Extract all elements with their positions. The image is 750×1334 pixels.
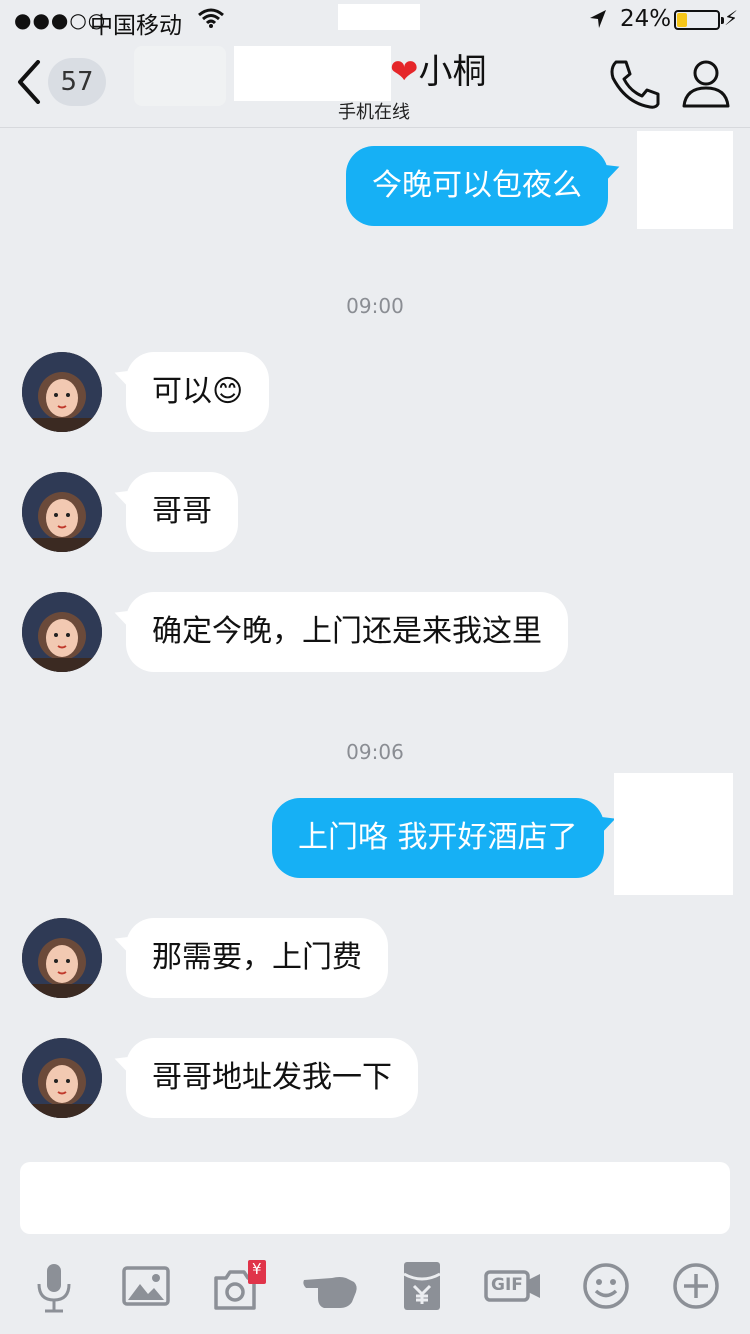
red-packet-icon[interactable] bbox=[394, 1258, 450, 1314]
avatar[interactable] bbox=[22, 918, 102, 998]
timestamp: 09:06 bbox=[346, 740, 404, 764]
contact-name: ❤小桐 bbox=[390, 50, 487, 94]
avatar[interactable] bbox=[22, 472, 102, 552]
phone-icon[interactable] bbox=[606, 58, 662, 110]
message-incoming[interactable]: 确定今晚，上门还是来我这里 bbox=[126, 592, 568, 672]
message-incoming[interactable]: 可以😊 bbox=[126, 352, 270, 432]
poke-hand-icon[interactable] bbox=[302, 1258, 358, 1314]
redacted-area bbox=[338, 4, 420, 30]
chat-header: 57 ❤小桐 手机在线 bbox=[0, 40, 750, 128]
timestamp: 09:00 bbox=[346, 294, 404, 318]
message-text: 可以 bbox=[152, 374, 212, 409]
charging-bolt-icon: ⚡ bbox=[724, 6, 739, 30]
wifi-icon bbox=[198, 8, 224, 34]
carrier-name: 中国移动 bbox=[90, 13, 182, 39]
message-incoming[interactable]: 那需要，上门费 bbox=[126, 918, 388, 998]
message-input[interactable] bbox=[20, 1162, 730, 1234]
back-chevron-icon[interactable] bbox=[14, 60, 44, 104]
background-avatar bbox=[134, 46, 226, 106]
image-icon[interactable] bbox=[118, 1258, 174, 1314]
message-incoming[interactable]: 哥哥地址发我一下 bbox=[126, 1038, 418, 1118]
battery-percent: 24% bbox=[620, 6, 672, 32]
status-bar: ●●●○○ 中国移动 24% ⚡ bbox=[0, 0, 750, 40]
redacted-name bbox=[234, 46, 391, 101]
microphone-icon[interactable] bbox=[26, 1258, 82, 1314]
input-toolbar: ¥ GIF bbox=[0, 1250, 750, 1334]
redacted-self-avatar bbox=[614, 773, 733, 895]
redacted-self-avatar bbox=[637, 131, 733, 229]
avatar[interactable] bbox=[22, 1038, 102, 1118]
redpacket-symbol: ¥ bbox=[252, 1260, 262, 1278]
camera-redpacket-icon[interactable]: ¥ bbox=[210, 1258, 266, 1314]
person-icon[interactable] bbox=[680, 58, 732, 110]
online-status: 手机在线 bbox=[338, 102, 410, 123]
message-outgoing[interactable]: 今晚可以包夜么 bbox=[346, 146, 608, 226]
contact-name-text: 小桐 bbox=[418, 52, 487, 92]
smile-emoji-icon: 😊 bbox=[212, 374, 244, 409]
plus-icon[interactable] bbox=[668, 1258, 724, 1314]
battery-icon bbox=[674, 10, 724, 30]
gif-label: GIF bbox=[491, 1275, 523, 1295]
heart-icon: ❤ bbox=[390, 52, 419, 92]
gif-icon[interactable]: GIF bbox=[484, 1258, 544, 1314]
emoji-face-icon[interactable] bbox=[578, 1258, 634, 1314]
avatar[interactable] bbox=[22, 592, 102, 672]
avatar[interactable] bbox=[22, 352, 102, 432]
location-arrow-icon bbox=[588, 8, 608, 36]
message-incoming[interactable]: 哥哥 bbox=[126, 472, 238, 552]
unread-count-badge[interactable]: 57 bbox=[48, 58, 106, 106]
message-outgoing[interactable]: 上门咯 我开好酒店了 bbox=[272, 798, 604, 878]
